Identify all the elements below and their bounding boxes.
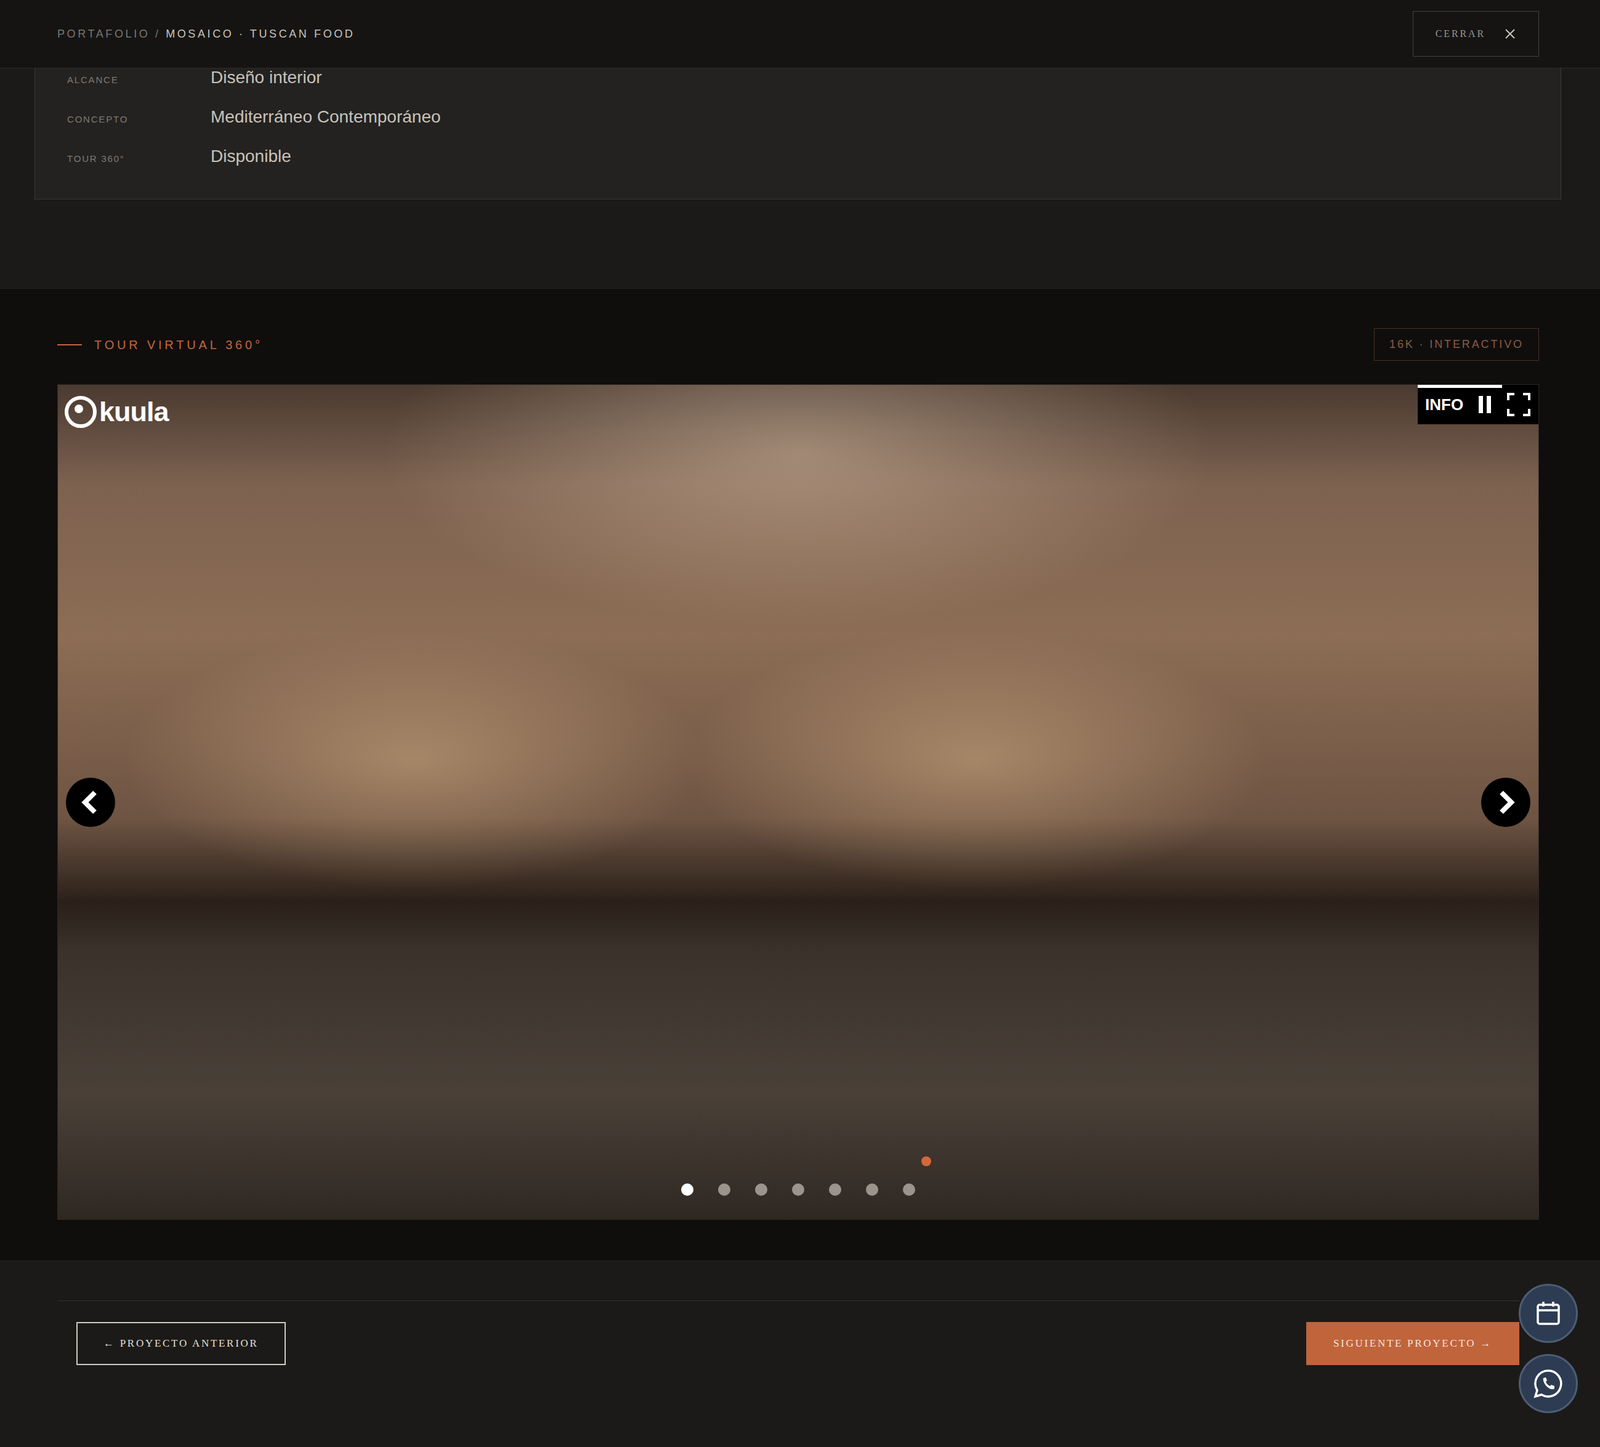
project-nav: ← PROYECTO ANTERIOR SIGUIENTE PROYECTO →	[0, 1261, 1600, 1366]
tour-section: TOUR VIRTUAL 360° 16K · INTERACTIVO kuul…	[0, 288, 1600, 1262]
scene-dot[interactable]	[791, 1183, 805, 1196]
next-scene-button[interactable]	[1481, 777, 1531, 828]
scene-dot[interactable]	[755, 1183, 768, 1196]
logo-text: kuula	[99, 391, 169, 433]
details-section: ALCANCEDiseño interiorCONCEPTOMediterrán…	[0, 68, 1600, 289]
whatsapp-icon	[1532, 1367, 1565, 1400]
detail-label: ALCANCE	[67, 72, 211, 88]
info-button[interactable]: INFO	[1425, 392, 1464, 417]
tour-title: TOUR VIRTUAL 360°	[94, 335, 263, 355]
detail-value: Mediterráneo Contemporáneo	[210, 106, 441, 128]
scene-dot[interactable]	[718, 1183, 731, 1196]
detail-label: TOUR 360°	[67, 150, 211, 167]
scene-dot[interactable]	[865, 1183, 879, 1196]
scene-dot[interactable]	[902, 1183, 916, 1196]
breadcrumb: PORTAFOLIO / MOSAICO · TUSCAN FOOD	[57, 25, 355, 43]
previous-project-button[interactable]: ← PROYECTO ANTERIOR	[76, 1322, 286, 1366]
detail-value: Diseño interior	[210, 67, 323, 89]
detail-row: CONCEPTOMediterráneo Contemporáneo	[67, 111, 1530, 151]
chevron-right-icon	[1495, 790, 1517, 815]
close-button[interactable]: CERRAR	[1412, 11, 1540, 57]
scene-dot[interactable]	[828, 1183, 842, 1196]
detail-value: Disponible	[210, 145, 292, 167]
detail-row: ALCANCEDiseño interior	[67, 72, 1530, 112]
viewer-controls: INFO	[1417, 384, 1539, 425]
next-project-button[interactable]: SIGUIENTE PROYECTO →	[1306, 1322, 1520, 1366]
close-label: CERRAR	[1435, 26, 1486, 42]
breadcrumb-parent[interactable]: PORTAFOLIO /	[57, 27, 161, 41]
detail-label: CONCEPTO	[67, 111, 211, 127]
chevron-left-icon	[80, 790, 102, 815]
previous-scene-button[interactable]	[65, 777, 116, 828]
close-icon	[1503, 27, 1517, 41]
tour-heading: TOUR VIRTUAL 360°	[57, 335, 263, 355]
fullscreen-icon[interactable]	[1506, 392, 1532, 417]
details-card: ALCANCEDiseño interiorCONCEPTOMediterrán…	[34, 68, 1562, 200]
breadcrumb-current: MOSAICO · TUSCAN FOOD	[165, 27, 355, 41]
tour-viewer[interactable]: kuula INFO	[57, 384, 1540, 1221]
tour-badge: 16K · INTERACTIVO	[1373, 328, 1540, 361]
calendar-icon	[1534, 1300, 1562, 1328]
scene-dots	[57, 1183, 1539, 1196]
autoplay-fill	[1417, 384, 1503, 388]
heading-line	[57, 344, 82, 346]
kuula-logo[interactable]: kuula	[64, 391, 169, 433]
whatsapp-button[interactable]	[1518, 1354, 1578, 1414]
hotspot-dot[interactable]	[921, 1156, 932, 1167]
top-bar: PORTAFOLIO / MOSAICO · TUSCAN FOOD CERRA…	[0, 0, 1600, 69]
pause-icon[interactable]	[1477, 395, 1493, 414]
kuula-logo-icon	[64, 395, 97, 429]
calendar-button[interactable]	[1518, 1284, 1578, 1344]
scene-dot[interactable]	[681, 1183, 694, 1196]
detail-row: TOUR 360°Disponible	[67, 150, 1530, 191]
autoplay-track	[1417, 384, 1539, 388]
